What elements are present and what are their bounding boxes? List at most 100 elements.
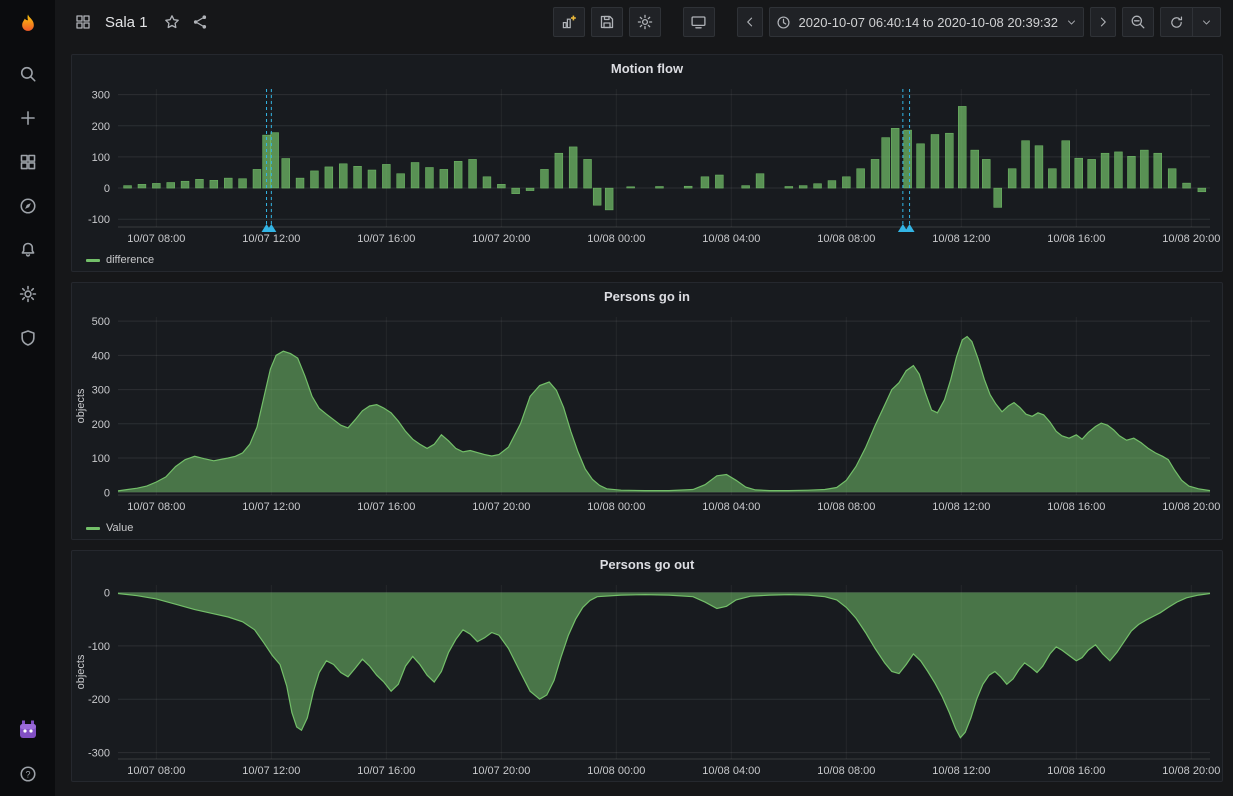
plus-icon: [20, 111, 35, 125]
svg-text:10/07 08:00: 10/07 08:00: [127, 233, 185, 245]
svg-text:300: 300: [92, 385, 110, 397]
panel-persons-go-in: Persons go in 0 100 200 300 400 500 10/07 08:0…: [71, 282, 1223, 540]
svg-text:200: 200: [92, 121, 110, 133]
svg-text:100: 100: [92, 152, 110, 164]
svg-text:10/07 20:00: 10/07 20:00: [472, 501, 530, 513]
panel-title[interactable]: Persons go in: [604, 289, 690, 304]
svg-text:-100: -100: [88, 214, 110, 226]
sidebar-item-help[interactable]: ?: [0, 752, 55, 796]
save-dashboard-button[interactable]: [590, 7, 623, 37]
time-range-picker-button[interactable]: 2020-10-07 06:40:14 to 2020-10-08 20:39:…: [768, 7, 1084, 37]
chevron-down-icon: [1068, 20, 1075, 24]
panel-header[interactable]: Persons go out: [72, 551, 1222, 577]
share-icon: [193, 15, 206, 29]
star-icon: [164, 15, 179, 29]
shield-icon: [20, 330, 35, 346]
svg-text:10/08 08:00: 10/08 08:00: [817, 233, 875, 245]
svg-text:400: 400: [92, 350, 110, 362]
svg-text:-200: -200: [88, 694, 110, 706]
legend-label[interactable]: Value: [106, 522, 133, 534]
svg-text:0: 0: [104, 487, 110, 499]
chevron-left-icon: [746, 17, 752, 27]
svg-text:10/07 12:00: 10/07 12:00: [242, 501, 300, 513]
time-range-back-button[interactable]: [736, 7, 763, 37]
svg-text:-300: -300: [88, 748, 110, 760]
gear-icon: [19, 285, 36, 303]
svg-text:10/08 12:00: 10/08 12:00: [932, 501, 990, 513]
chevron-right-icon: [1100, 17, 1106, 27]
motion-flow-chart[interactable]: -100 0 100 200 300 10/07 08:00 10/07 12:00 10/0…: [72, 81, 1222, 249]
avatar-icon: [19, 720, 36, 738]
svg-text:10/08 12:00: 10/08 12:00: [932, 233, 990, 245]
chevron-down-icon: [1203, 20, 1210, 24]
svg-text:10/08 16:00: 10/08 16:00: [1047, 501, 1105, 513]
dashboards-icon: [20, 154, 35, 170]
panel-legend: difference: [72, 249, 1222, 271]
bell-icon: [21, 242, 34, 257]
navbar: Sala 1 2020-10-07 06:40:14 to 2020-10-08…: [55, 0, 1233, 44]
refresh-dashboard-button[interactable]: [1161, 8, 1192, 36]
sidebar: ?: [0, 0, 55, 796]
panel-header[interactable]: Motion flow: [72, 55, 1222, 81]
svg-text:10/07 08:00: 10/07 08:00: [127, 765, 185, 777]
tv-icon: [691, 16, 706, 29]
panel-title[interactable]: Persons go out: [600, 557, 695, 572]
svg-text:500: 500: [92, 316, 110, 328]
svg-text:-100: -100: [88, 641, 110, 653]
svg-text:10/08 08:00: 10/08 08:00: [817, 765, 875, 777]
svg-text:objects: objects: [75, 654, 87, 689]
grafana-logo[interactable]: [0, 0, 55, 52]
svg-text:10/07 12:00: 10/07 12:00: [242, 765, 300, 777]
svg-text:10/08 16:00: 10/08 16:00: [1047, 765, 1105, 777]
sidebar-item-configuration[interactable]: [0, 272, 55, 316]
svg-text:10/08 04:00: 10/08 04:00: [702, 765, 760, 777]
svg-text:?: ?: [25, 769, 30, 779]
clock-icon: [776, 15, 790, 29]
save-icon: [600, 15, 613, 29]
sidebar-item-search[interactable]: [0, 52, 55, 96]
svg-text:10/08 00:00: 10/08 00:00: [587, 501, 645, 513]
dashboard-picker-button[interactable]: [69, 8, 97, 36]
svg-text:objects: objects: [75, 388, 87, 423]
grafana-flame-icon: [21, 14, 34, 31]
dashboard-settings-button[interactable]: [628, 7, 661, 37]
star-dashboard-button[interactable]: [158, 8, 186, 36]
sidebar-item-alerting[interactable]: [0, 228, 55, 272]
persons-go-out-chart[interactable]: -300 -200 -100 0 10/07 08:00 10/07 12:00 10/07…: [72, 577, 1222, 781]
sidebar-item-server-admin[interactable]: [0, 316, 55, 360]
refresh-interval-dropdown[interactable]: [1193, 8, 1220, 36]
legend-swatch: [86, 526, 100, 530]
svg-text:10/07 16:00: 10/07 16:00: [357, 501, 415, 513]
panel-title[interactable]: Motion flow: [611, 61, 683, 76]
legend-label[interactable]: difference: [106, 254, 154, 266]
chart-wrap: -300 -200 -100 0 10/07 08:00 10/07 12:00 10/07…: [72, 577, 1222, 781]
apps-grid-icon: [76, 15, 90, 29]
sidebar-item-dashboards[interactable]: [0, 140, 55, 184]
svg-text:10/08 16:00: 10/08 16:00: [1047, 233, 1105, 245]
svg-text:10/08 08:00: 10/08 08:00: [817, 501, 875, 513]
svg-text:0: 0: [104, 587, 110, 599]
svg-text:0: 0: [104, 183, 110, 195]
sidebar-item-create[interactable]: [0, 96, 55, 140]
share-dashboard-button[interactable]: [186, 8, 214, 36]
time-range-forward-button[interactable]: [1090, 7, 1116, 37]
svg-text:200: 200: [92, 419, 110, 431]
svg-text:10/08 12:00: 10/08 12:00: [932, 765, 990, 777]
time-range-label: 2020-10-07 06:40:14 to 2020-10-08 20:39:…: [798, 14, 1059, 30]
zoom-out-time-button[interactable]: [1122, 7, 1154, 37]
sidebar-item-explore[interactable]: [0, 184, 55, 228]
svg-text:300: 300: [92, 90, 110, 102]
dashboard-title[interactable]: Sala 1: [105, 14, 148, 31]
persons-go-in-chart[interactable]: 0 100 200 300 400 500 10/07 08:00 10/07 12:00 10…: [72, 309, 1222, 517]
navbar-right-controls: 2020-10-07 06:40:14 to 2020-10-08 20:39:…: [552, 7, 1221, 37]
compass-icon: [19, 198, 36, 214]
svg-text:10/07 08:00: 10/07 08:00: [127, 501, 185, 513]
cycle-view-mode-button[interactable]: [682, 7, 715, 37]
sidebar-item-user-avatar[interactable]: [0, 708, 55, 752]
panel-persons-go-out: Persons go out -300 -200 -100 0 10/07 08:00 1…: [71, 550, 1223, 782]
svg-text:10/08 00:00: 10/08 00:00: [587, 765, 645, 777]
add-panel-icon: [562, 15, 576, 29]
add-panel-button[interactable]: [552, 7, 585, 37]
panel-header[interactable]: Persons go in: [72, 283, 1222, 309]
svg-text:10/07 16:00: 10/07 16:00: [357, 233, 415, 245]
